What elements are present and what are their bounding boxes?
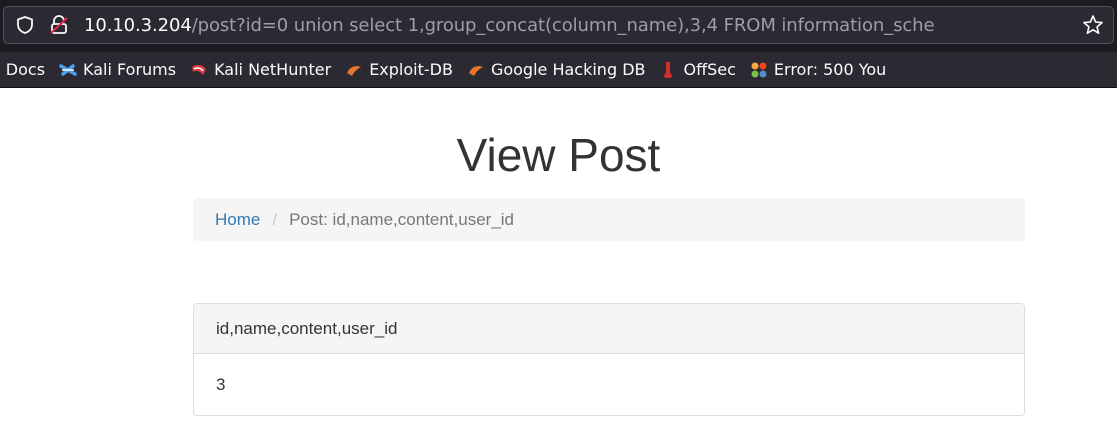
panel-body: 3 bbox=[216, 375, 226, 394]
url-text[interactable]: 10.10.3.204/post?id=0 union select 1,gro… bbox=[74, 15, 1073, 36]
bookmark-kali-docs[interactable]: ali Docs bbox=[0, 52, 52, 87]
bookmarks-toolbar: ali Docs Kali Forums Kali NetHunter Expl… bbox=[0, 52, 1117, 88]
browser-toolbar: 10.10.3.204/post?id=0 union select 1,gro… bbox=[0, 0, 1117, 52]
panel-heading: id,name,content,user_id bbox=[194, 304, 1024, 354]
offsec-icon bbox=[659, 61, 677, 79]
bookmark-label: Error: 500 You bbox=[773, 60, 887, 79]
breadcrumb-separator: / bbox=[272, 209, 278, 229]
kali-nethunter-icon bbox=[190, 61, 208, 79]
kali-forums-icon bbox=[59, 61, 77, 79]
shield-icon[interactable] bbox=[6, 7, 44, 43]
bookmark-kali-forums[interactable]: Kali Forums bbox=[52, 52, 183, 87]
bookmark-label: ali Docs bbox=[0, 60, 46, 79]
bookmark-label: Google Hacking DB bbox=[490, 60, 646, 79]
bookmark-exploit-db[interactable]: Exploit-DB bbox=[338, 52, 460, 87]
address-bar[interactable]: 10.10.3.204/post?id=0 union select 1,gro… bbox=[3, 6, 1114, 44]
exploit-db-icon bbox=[345, 61, 363, 79]
url-host: 10.10.3.204 bbox=[84, 14, 192, 36]
bookmark-label: Exploit-DB bbox=[369, 60, 453, 79]
url-path: /post?id=0 union select 1,group_concat(c… bbox=[191, 14, 935, 36]
bookmark-kali-nethunter[interactable]: Kali NetHunter bbox=[183, 52, 338, 87]
bookmark-label: Kali Forums bbox=[83, 60, 177, 79]
page-title: View Post bbox=[456, 129, 661, 181]
breadcrumb-active: Post: id,name,content,user_id bbox=[289, 209, 515, 229]
lock-warning-icon[interactable] bbox=[44, 7, 74, 43]
bookmark-ghdb[interactable]: Google Hacking DB bbox=[460, 52, 653, 87]
bookmark-label: OffSec bbox=[683, 60, 736, 79]
bookmark-offsec[interactable]: OffSec bbox=[652, 52, 742, 87]
page-content: View Post Home / Post: id,name,content,u… bbox=[0, 88, 1117, 442]
ghdb-icon bbox=[467, 61, 485, 79]
joomla-icon bbox=[750, 61, 768, 79]
breadcrumb-home-link[interactable]: Home bbox=[215, 210, 260, 230]
post-panel: id,name,content,user_id 3 bbox=[193, 303, 1025, 416]
bookmark-label: Kali NetHunter bbox=[214, 60, 332, 79]
star-icon[interactable] bbox=[1073, 7, 1113, 43]
bookmark-error-500[interactable]: Error: 500 You bbox=[743, 52, 893, 87]
breadcrumb: Home / Post: id,name,content,user_id bbox=[193, 198, 1025, 241]
